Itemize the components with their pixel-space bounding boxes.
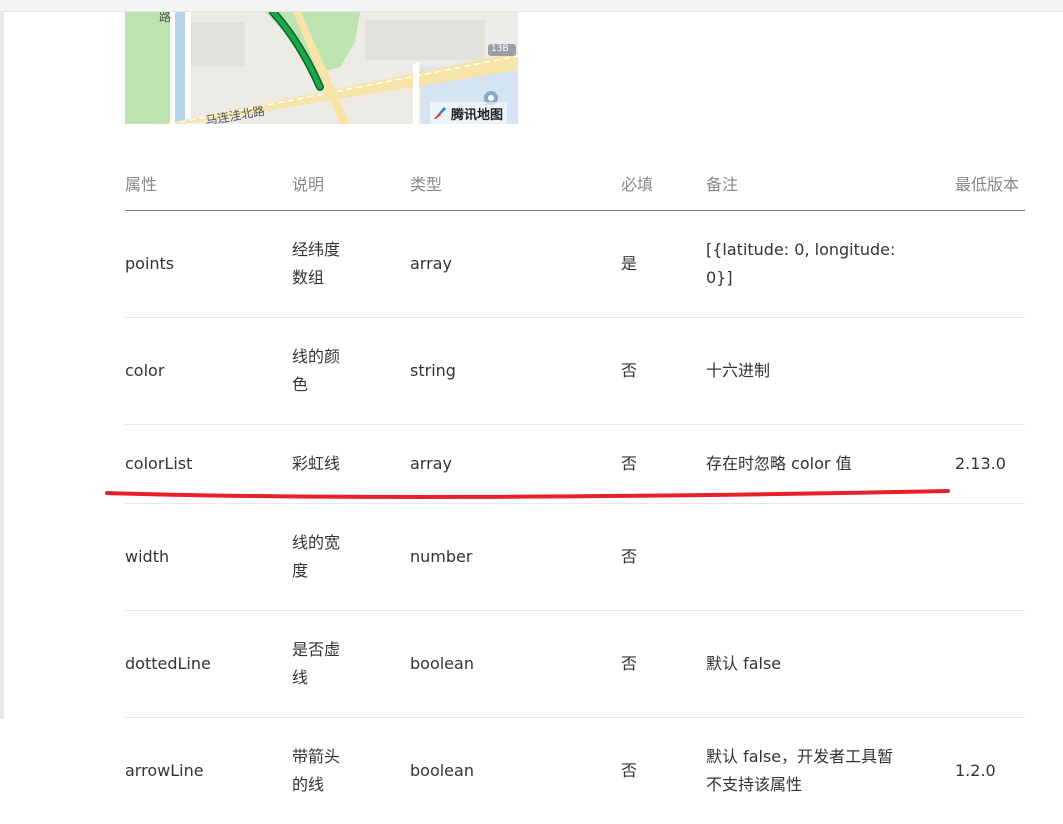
table-header-row: 属性 说明 类型 必填 备注 最低版本 [125, 156, 1025, 211]
map-road-label: 路 [159, 12, 171, 25]
cell-required: 是 [621, 211, 706, 318]
cell-type: number [410, 504, 621, 611]
cell-desc: 线的颜色 [292, 318, 410, 425]
cell-type: string [410, 318, 621, 425]
canal [175, 12, 185, 124]
cell-version [955, 318, 1025, 425]
header-min-version: 最低版本 [955, 156, 1025, 211]
cell-name: color [125, 318, 292, 425]
cell-version [955, 611, 1025, 718]
header-note: 备注 [706, 156, 955, 211]
cell-note: 十六进制 [706, 318, 955, 425]
cell-name: dottedLine [125, 611, 292, 718]
header-description: 说明 [292, 156, 410, 211]
cell-note: 默认 false [706, 611, 955, 718]
map-road-badge: 13B [491, 44, 509, 54]
cell-version-link[interactable]: 1.2.0 [955, 718, 1025, 824]
cell-name: arrowLine [125, 718, 292, 824]
cell-note: 存在时忽略 color 值 [706, 425, 955, 504]
cell-required: 否 [621, 611, 706, 718]
header-required: 必填 [621, 156, 706, 211]
cell-name: colorList [125, 425, 292, 504]
cell-desc: 经纬度数组 [292, 211, 410, 318]
cell-type: array [410, 211, 621, 318]
cell-desc: 线的宽度 [292, 504, 410, 611]
tencent-map-logo-icon [432, 105, 448, 121]
map-brand-label: 腾讯地图 [451, 104, 503, 123]
cell-note [706, 504, 955, 611]
cell-version [955, 504, 1025, 611]
table-row: points 经纬度数组 array 是 [{latitude: 0, long… [125, 211, 1025, 318]
header-type: 类型 [410, 156, 621, 211]
map-preview[interactable]: 路 马连洼北路 13B 腾讯地图 [125, 12, 518, 124]
cell-note: [{latitude: 0, longitude: 0}] [706, 211, 955, 318]
cell-required: 否 [621, 318, 706, 425]
cell-version-link[interactable]: 2.13.0 [955, 425, 1025, 504]
cell-desc: 带箭头的线 [292, 718, 410, 824]
table-row: width 线的宽度 number 否 [125, 504, 1025, 611]
top-bar [0, 0, 1063, 12]
cell-version [955, 211, 1025, 318]
park-area-left [125, 12, 170, 124]
cell-required: 否 [621, 718, 706, 824]
cell-type: boolean [410, 718, 621, 824]
table-row: arrowLine 带箭头的线 boolean 否 默认 false，开发者工具… [125, 718, 1025, 824]
map-brand: 腾讯地图 [430, 102, 507, 124]
cell-type: boolean [410, 611, 621, 718]
left-scroll-edge [0, 11, 4, 719]
attribute-table: 属性 说明 类型 必填 备注 最低版本 points 经纬度数组 array 是… [125, 156, 1025, 824]
cell-type: array [410, 425, 621, 504]
cell-required: 否 [621, 425, 706, 504]
cell-note: 默认 false，开发者工具暂不支持该属性 [706, 718, 955, 824]
cell-name: width [125, 504, 292, 611]
cell-desc: 彩虹线 [292, 425, 410, 504]
header-attribute: 属性 [125, 156, 292, 211]
cell-name: points [125, 211, 292, 318]
cell-desc: 是否虚线 [292, 611, 410, 718]
table-row: colorList 彩虹线 array 否 存在时忽略 color 值 2.13… [125, 425, 1025, 504]
table-row: color 线的颜色 string 否 十六进制 [125, 318, 1025, 425]
table-row: dottedLine 是否虚线 boolean 否 默认 false [125, 611, 1025, 718]
cell-required: 否 [621, 504, 706, 611]
